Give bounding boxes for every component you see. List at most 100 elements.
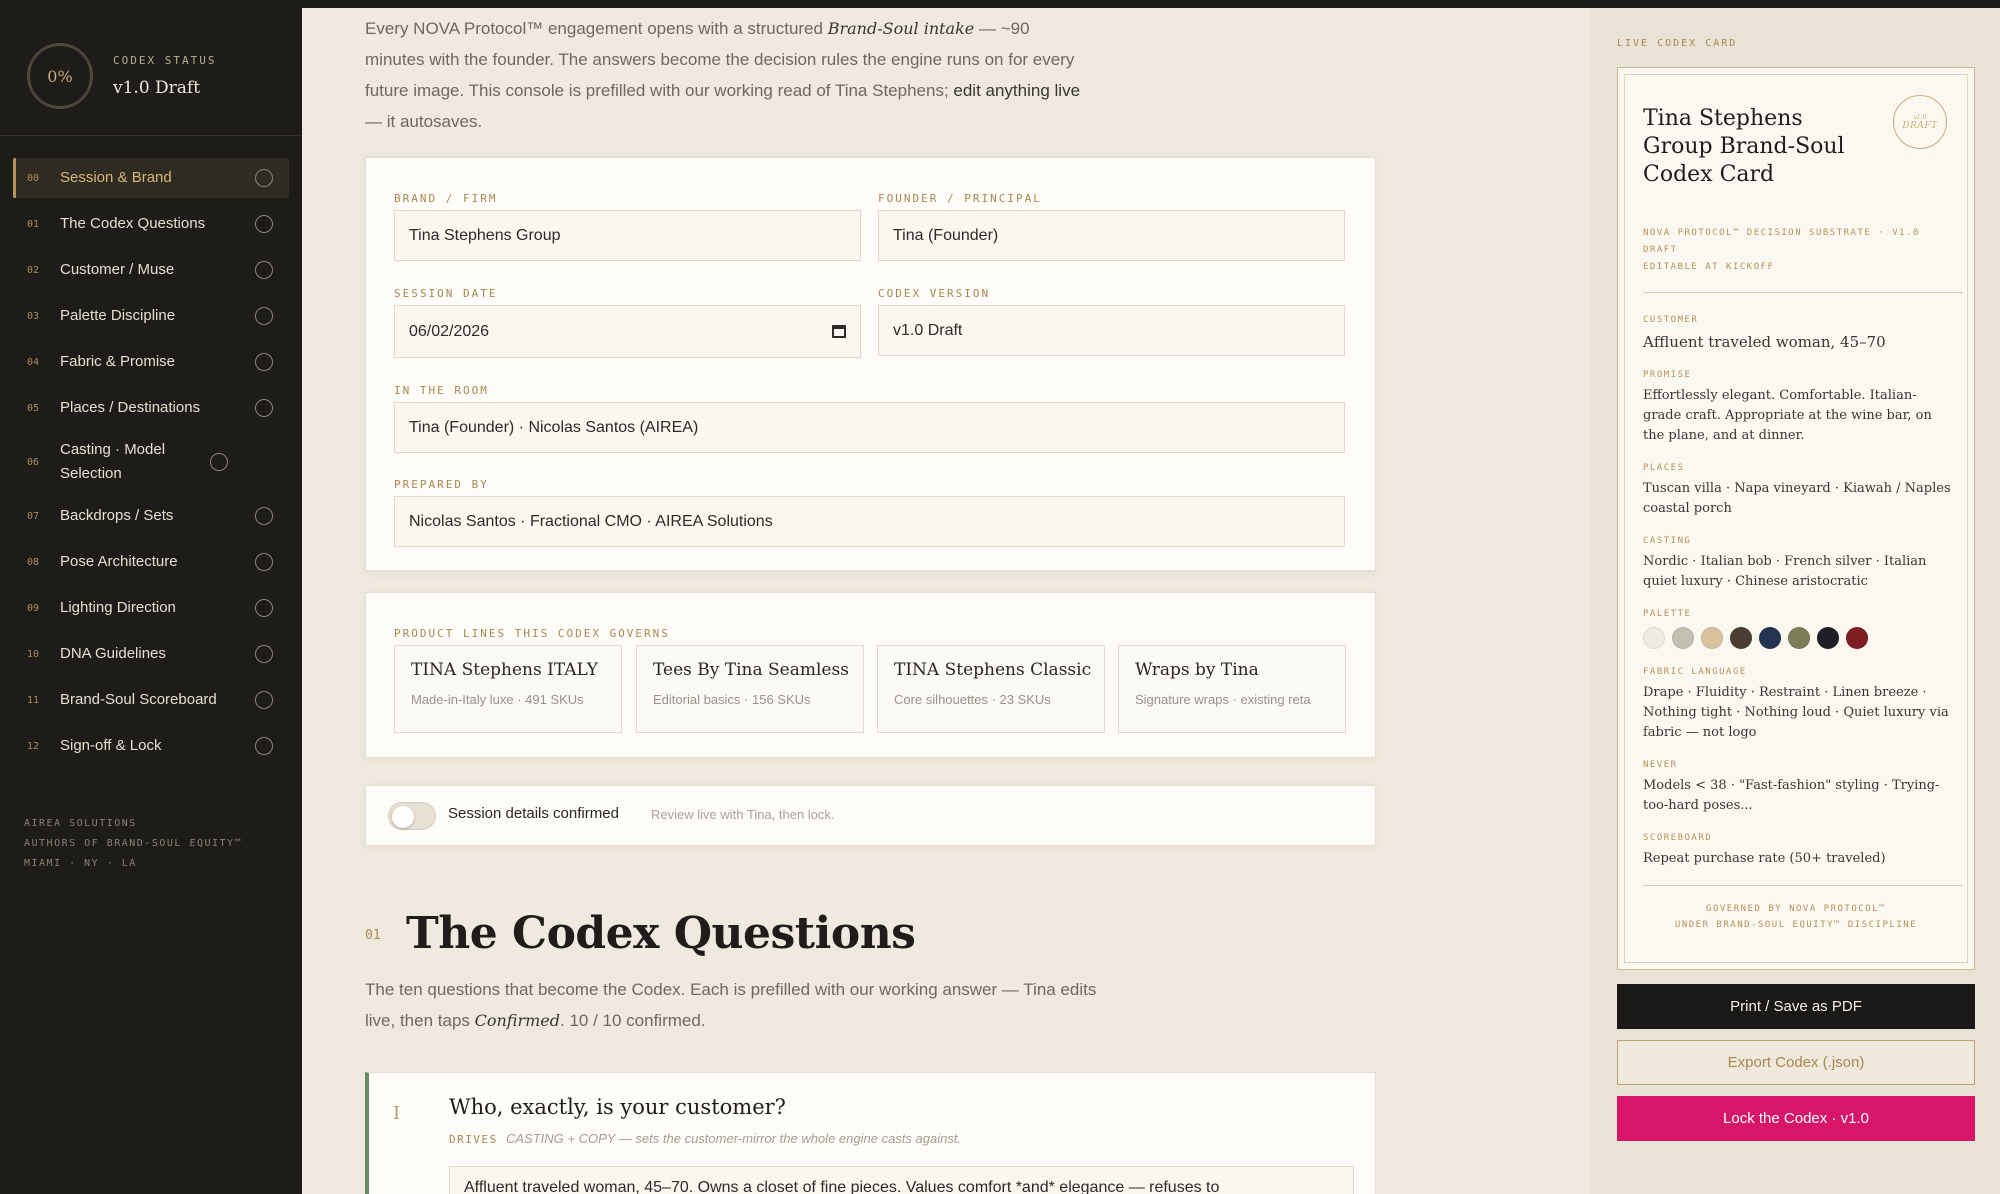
nav-label: Fabric & Promise: [60, 353, 176, 370]
brand-field[interactable]: Tina Stephens Group: [394, 210, 861, 261]
status-circle-icon: [255, 599, 273, 617]
date-label: SESSION DATE: [394, 287, 498, 300]
nav-item-customer-muse[interactable]: 02 Customer / Muse: [13, 250, 289, 290]
toggle-knob: [392, 806, 414, 828]
calendar-icon[interactable]: [832, 325, 846, 338]
nav-label: Customer / Muse: [60, 261, 175, 278]
drives-label: DRIVES: [449, 1133, 498, 1146]
palette-swatch: [1846, 627, 1868, 649]
answer-textarea[interactable]: Affluent traveled woman, 45–70. Owns a c…: [449, 1166, 1354, 1194]
product-line-card[interactable]: TINA Stephens Classic Core silhouettes ·…: [877, 645, 1105, 733]
status-circle-icon: [255, 261, 273, 279]
export-button[interactable]: Export Codex (.json): [1617, 1040, 1975, 1085]
desc-part: . 10 / 10 confirmed.: [560, 1011, 706, 1030]
product-line-card[interactable]: Wraps by Tina Signature wraps · existing…: [1118, 645, 1346, 733]
nav-item-session-brand[interactable]: 00 Session & Brand: [13, 158, 289, 198]
date-value: 06/02/2026: [409, 322, 490, 340]
nav-item-dna[interactable]: 10 DNA Guidelines: [13, 634, 289, 674]
codex-sub-line: NOVA PROTOCOL™ DECISION SUBSTRATE · V1.0…: [1643, 228, 1920, 255]
live-codex-label: LIVE CODEX CARD: [1617, 38, 1738, 49]
product-line-card[interactable]: TINA Stephens ITALY Made-in-Italy luxe ·…: [394, 645, 622, 733]
scoreboard-value: Repeat purchase rate (50+ traveled): [1643, 851, 1886, 866]
sidebar-footer: AIREA SOLUTIONS AUTHORS OF BRAND-SOUL EQ…: [24, 814, 242, 874]
nav-item-places[interactable]: 05 Places / Destinations: [13, 388, 289, 428]
nav-label: Palette Discipline: [60, 307, 176, 324]
nav-item-scoreboard[interactable]: 11 Brand-Soul Scoreboard: [13, 680, 289, 720]
session-confirmed-toggle[interactable]: [388, 802, 436, 830]
nav-num: 04: [27, 356, 40, 368]
lock-codex-button[interactable]: Lock the Codex · v1.0: [1617, 1096, 1975, 1141]
top-bar: [0, 0, 2000, 8]
casting-value: Nordic · Italian bob · French silver · I…: [1643, 554, 1927, 589]
codex-foot-line: UNDER BRAND-SOUL EQUITY™ DISCIPLINE: [1674, 920, 1918, 930]
status-circle-icon: [255, 169, 273, 187]
progress-value: 0%: [47, 66, 73, 86]
nav-num: 02: [27, 264, 40, 276]
status-circle-icon: [255, 645, 273, 663]
version-label: CODEX VERSION: [878, 287, 991, 300]
promise-key: PROMISE: [1643, 370, 1692, 380]
promise-value: Effortlessly elegant. Comfortable. Itali…: [1643, 388, 1932, 443]
nav-label: Brand-Soul Scoreboard: [60, 691, 217, 708]
nav-item-casting[interactable]: 06 Casting · Model Selection: [13, 434, 289, 490]
product-sub: Editorial basics · 156 SKUs: [653, 692, 811, 707]
room-value: Tina (Founder) · Nicolas Santos (AIREA): [409, 418, 699, 436]
print-button[interactable]: Print / Save as PDF: [1617, 984, 1975, 1029]
session-date-field[interactable]: 06/02/2026: [394, 305, 861, 358]
palette-swatch: [1701, 627, 1723, 649]
nav-label: Sign-off & Lock: [60, 737, 162, 754]
status-value: v1.0 Draft: [113, 78, 201, 98]
question-card: I Who, exactly, is your customer? DRIVES…: [365, 1072, 1376, 1194]
main-content: Every NOVA Protocol™ engagement opens wi…: [302, 8, 1590, 1194]
scoreboard-key: SCOREBOARD: [1643, 833, 1713, 843]
palette-swatch: [1759, 627, 1781, 649]
nav-item-palette-discipline[interactable]: 03 Palette Discipline: [13, 296, 289, 336]
nav-label: The Codex Questions: [60, 215, 206, 232]
nav-label: DNA Guidelines: [60, 645, 166, 662]
nav-num: 05: [27, 402, 40, 414]
product-line-card[interactable]: Tees By Tina Seamless Editorial basics ·…: [636, 645, 864, 733]
codex-footer: GOVERNED BY NOVA PROTOCOL™ UNDER BRAND-S…: [1625, 901, 1967, 933]
prepared-field[interactable]: Nicolas Santos · Fractional CMO · AIREA …: [394, 496, 1345, 547]
seal-version: v1.0: [1913, 113, 1927, 121]
palette-swatch: [1643, 627, 1665, 649]
nav-item-pose[interactable]: 08 Pose Architecture: [13, 542, 289, 582]
intro-text: Every NOVA Protocol™ engagement opens wi…: [365, 13, 1085, 137]
product-title: Wraps by Tina: [1135, 660, 1259, 680]
nav-label: Session & Brand: [60, 169, 172, 186]
version-value: v1.0 Draft: [893, 321, 963, 339]
codex-panel: LIVE CODEX CARD Tina Stephens Group Bran…: [1590, 8, 2000, 1194]
intro-part: — it autosaves.: [365, 112, 483, 131]
draft-seal: v1.0 DRAFT: [1893, 95, 1947, 149]
divider: [1643, 292, 1963, 293]
nav-item-fabric-promise[interactable]: 04 Fabric & Promise: [13, 342, 289, 382]
intro-emphasis: Brand-Soul intake: [827, 19, 975, 38]
version-field[interactable]: v1.0 Draft: [878, 305, 1345, 356]
codex-foot-line: GOVERNED BY NOVA PROTOCOL™: [1706, 904, 1886, 914]
status-circle-icon: [255, 691, 273, 709]
nav-item-codex-questions[interactable]: 01 The Codex Questions: [13, 204, 289, 244]
product-sub: Signature wraps · existing reta: [1135, 692, 1311, 707]
codex-status: 0% CODEX STATUS v1.0 Draft: [0, 8, 302, 136]
nav-item-backdrops[interactable]: 07 Backdrops / Sets: [13, 496, 289, 536]
room-field[interactable]: Tina (Founder) · Nicolas Santos (AIREA): [394, 402, 1345, 453]
prepared-label: PREPARED BY: [394, 478, 489, 491]
sidebar: 0% CODEX STATUS v1.0 Draft 00 Session & …: [0, 8, 302, 1194]
nav-item-lighting[interactable]: 09 Lighting Direction: [13, 588, 289, 628]
section-nav: 00 Session & Brand 01 The Codex Question…: [13, 158, 289, 772]
nav-num: 01: [27, 218, 40, 230]
nav-item-signoff[interactable]: 12 Sign-off & Lock: [13, 726, 289, 766]
product-sub: Core silhouettes · 23 SKUs: [894, 692, 1051, 707]
status-circle-icon: [255, 353, 273, 371]
question-title: Who, exactly, is your customer?: [449, 1095, 786, 1119]
nav-num: 11: [27, 694, 40, 706]
never-value: Models < 38 · "Fast-fashion" styling · T…: [1643, 778, 1940, 813]
section-description: The ten questions that become the Codex.…: [365, 974, 1125, 1036]
founder-field[interactable]: Tina (Founder): [878, 210, 1345, 261]
session-card: BRAND / FIRM Tina Stephens Group FOUNDER…: [365, 157, 1376, 571]
product-lines-card: PRODUCT LINES THIS CODEX GOVERNS TINA St…: [365, 592, 1376, 758]
nav-label: Places / Destinations: [60, 399, 201, 416]
codex-sub-line: EDITABLE AT KICKOFF: [1643, 262, 1775, 272]
nav-num: 09: [27, 602, 40, 614]
nav-label: Lighting Direction: [60, 599, 176, 616]
